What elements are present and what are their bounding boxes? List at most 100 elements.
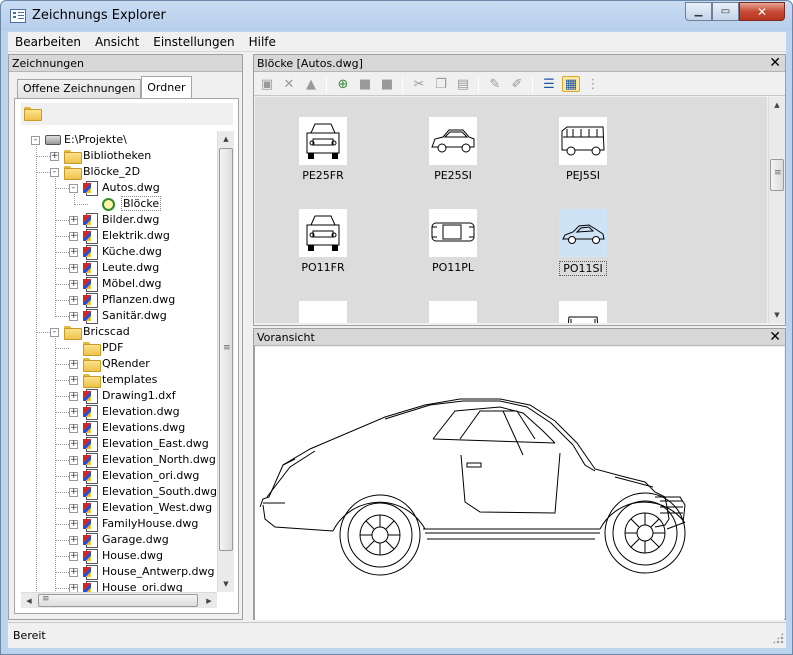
close-icon[interactable]: ✕ <box>769 55 781 71</box>
tree-horizontal-scrollbar[interactable]: ◀ ▶ <box>21 592 217 608</box>
expand-icon[interactable]: + <box>69 504 78 513</box>
expand-icon[interactable]: + <box>69 472 78 481</box>
tree-item[interactable]: + FamilyHouse.dwg <box>21 516 217 532</box>
tree-scroll-thumb[interactable] <box>219 148 233 551</box>
block-thumbnail[interactable] <box>299 301 347 323</box>
menu-hilfe[interactable]: Hilfe <box>242 32 283 52</box>
tree-item[interactable]: - Blöcke_2D <box>21 164 217 180</box>
resize-grip-icon[interactable] <box>772 632 784 644</box>
scroll-down-icon[interactable]: ▼ <box>218 576 234 592</box>
paste-clipboard-icon[interactable]: ▤ <box>454 76 472 92</box>
expand-icon[interactable]: + <box>69 392 78 401</box>
block-thumbnail[interactable] <box>559 301 607 323</box>
tree-item[interactable]: + Sanitär.dwg <box>21 308 217 324</box>
scroll-up-icon[interactable]: ▲ <box>769 97 785 113</box>
tree-item[interactable]: + Elevations.dwg <box>21 420 217 436</box>
block-thumbnail[interactable] <box>429 117 477 165</box>
tree-item[interactable]: Blöcke <box>21 196 217 212</box>
collapse-icon[interactable]: - <box>69 184 78 193</box>
expand-icon[interactable]: + <box>69 264 78 273</box>
cut-icon[interactable]: ✂ <box>410 76 428 92</box>
tree-item[interactable]: - Autos.dwg <box>21 180 217 196</box>
tree-item[interactable]: + Möbel.dwg <box>21 276 217 292</box>
expand-icon[interactable]: + <box>69 376 78 385</box>
tree-item[interactable]: + Elevation_ori.dwg <box>21 468 217 484</box>
paste-icon[interactable]: ▣ <box>258 76 276 92</box>
expand-icon[interactable]: + <box>69 456 78 465</box>
tree-item[interactable]: + Pflanzen.dwg <box>21 292 217 308</box>
expand-icon[interactable]: + <box>69 520 78 529</box>
scroll-left-icon[interactable]: ◀ <box>21 593 37 608</box>
tree-item[interactable]: + Elevation_North.dwg <box>21 452 217 468</box>
tree-item[interactable]: + Elevation.dwg <box>21 404 217 420</box>
menu-ansicht[interactable]: Ansicht <box>88 32 146 52</box>
minimize-button[interactable]: ▁ <box>685 2 712 21</box>
tree-item[interactable]: + templates <box>21 372 217 388</box>
delete-icon[interactable]: ✕ <box>280 76 298 92</box>
block-thumbnail[interactable] <box>299 209 347 257</box>
scroll-down-icon[interactable]: ▼ <box>769 307 785 323</box>
expand-icon[interactable]: + <box>69 216 78 225</box>
collapse-icon[interactable]: - <box>50 168 59 177</box>
block-thumbnail[interactable] <box>429 209 477 257</box>
folder-icon[interactable] <box>24 107 42 121</box>
expand-icon[interactable]: + <box>69 248 78 257</box>
menu-einstellungen[interactable]: Einstellungen <box>146 32 241 52</box>
tree-item[interactable]: + Garage.dwg <box>21 532 217 548</box>
block-thumbnail[interactable] <box>559 117 607 165</box>
redefine-icon[interactable]: ✐ <box>508 76 526 92</box>
expand-icon[interactable]: + <box>69 232 78 241</box>
menu-bearbeiten[interactable]: Bearbeiten <box>8 32 88 52</box>
expand-icon[interactable]: + <box>69 280 78 289</box>
copy-icon[interactable]: ❐ <box>432 76 450 92</box>
close-window-button[interactable]: ✕ <box>739 2 785 21</box>
tab-folders[interactable]: Ordner <box>141 76 192 98</box>
expand-icon[interactable]: + <box>69 440 78 449</box>
close-icon[interactable]: ✕ <box>769 329 781 345</box>
tab-open-drawings[interactable]: Offene Zeichnungen <box>17 79 142 98</box>
tree-item[interactable]: PDF <box>21 340 217 356</box>
tree-item[interactable]: + Leute.dwg <box>21 260 217 276</box>
tree-item[interactable]: + Drawing1.dxf <box>21 388 217 404</box>
expand-icon[interactable]: + <box>69 536 78 545</box>
tree-hscroll-thumb[interactable] <box>38 594 198 607</box>
block-thumbnail[interactable] <box>429 301 477 323</box>
tree-item[interactable]: - E:\Projekte\ <box>21 132 217 148</box>
expand-icon[interactable]: + <box>69 488 78 497</box>
tree-item[interactable]: + House_Antwerp.dwg <box>21 564 217 580</box>
tree-item[interactable]: + Elevation_East.dwg <box>21 436 217 452</box>
tree-item[interactable]: + Elevation_South.dwg <box>21 484 217 500</box>
insert-block-icon[interactable]: ⊕ <box>334 76 352 92</box>
tree-item[interactable]: + Elevation_West.dwg <box>21 500 217 516</box>
tree-item[interactable]: - Bricscad <box>21 324 217 340</box>
thumbnail-view-icon[interactable]: ▦ <box>562 76 580 92</box>
expand-icon[interactable]: + <box>69 408 78 417</box>
title-bar[interactable]: Zeichnungs Explorer ▁ ▭ ✕ <box>1 1 792 31</box>
replace-icon[interactable]: ■ <box>378 76 396 92</box>
blocks-scroll-thumb[interactable] <box>770 159 784 191</box>
tree-item[interactable]: + Küche.dwg <box>21 244 217 260</box>
details-view-icon[interactable]: ☰ <box>540 76 558 92</box>
expand-icon[interactable]: + <box>69 552 78 561</box>
scroll-up-icon[interactable]: ▲ <box>218 131 234 147</box>
expand-icon[interactable]: + <box>69 568 78 577</box>
expand-icon[interactable]: + <box>69 360 78 369</box>
tree-vertical-scrollbar[interactable]: ▲ ▼ <box>217 131 234 592</box>
tree-item[interactable]: + Bilder.dwg <box>21 212 217 228</box>
tree-item[interactable]: + QRender <box>21 356 217 372</box>
collapse-icon[interactable]: - <box>50 328 59 337</box>
collapse-icon[interactable]: - <box>31 136 40 145</box>
tree-view-icon[interactable]: ⋮ <box>584 76 602 92</box>
tree-item[interactable]: + Elektrik.dwg <box>21 228 217 244</box>
block-thumbnail[interactable] <box>299 117 347 165</box>
expand-icon[interactable]: + <box>50 152 59 161</box>
maximize-button[interactable]: ▭ <box>712 2 739 21</box>
insert-as-icon[interactable]: ■ <box>356 76 374 92</box>
expand-icon[interactable]: + <box>69 296 78 305</box>
edit-icon[interactable]: ✎ <box>486 76 504 92</box>
tree-item[interactable]: + House.dwg <box>21 548 217 564</box>
expand-icon[interactable]: + <box>69 312 78 321</box>
block-thumbnail[interactable] <box>559 209 607 257</box>
blocks-vertical-scrollbar[interactable]: ▲ ▼ <box>768 97 785 323</box>
scroll-right-icon[interactable]: ▶ <box>201 593 217 608</box>
